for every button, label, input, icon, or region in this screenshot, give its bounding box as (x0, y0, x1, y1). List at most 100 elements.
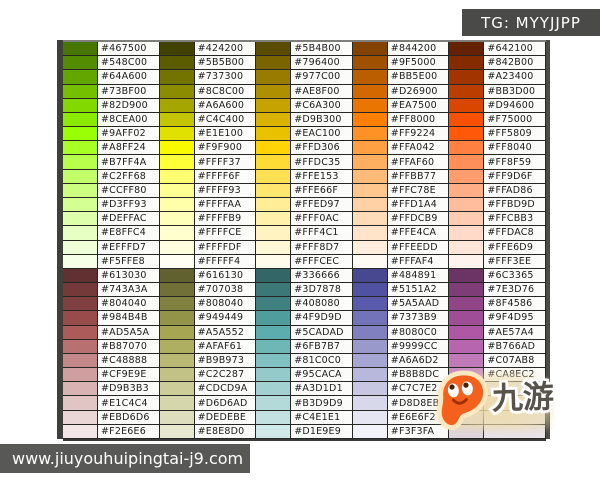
color-code: #F9F900 (195, 141, 257, 155)
color-swatch (256, 283, 291, 297)
url-watermark-text: www.jiuyouhuipingtai-j9.com (12, 449, 243, 468)
color-swatch (160, 297, 195, 311)
color-code: #EFFFD7 (98, 241, 160, 255)
color-swatch (353, 368, 388, 382)
color-swatch (353, 297, 388, 311)
color-code: #613030 (98, 269, 160, 283)
color-code: #AE57A4 (484, 326, 546, 340)
color-code: #5151A2 (388, 283, 450, 297)
color-code: #B87070 (98, 340, 160, 354)
color-code: #707038 (195, 283, 257, 297)
color-code: #844200 (388, 42, 450, 56)
color-code: #82D900 (98, 99, 160, 113)
color-swatch (353, 85, 388, 99)
color-swatch (160, 425, 195, 439)
color-swatch (256, 56, 291, 70)
color-swatch (160, 70, 195, 84)
color-swatch (449, 155, 484, 169)
color-swatch (63, 155, 98, 169)
url-watermark-bar: www.jiuyouhuipingtai-j9.com (0, 444, 250, 473)
color-swatch (449, 127, 484, 141)
color-swatch (63, 170, 98, 184)
color-code: #F75000 (484, 113, 546, 127)
color-code: #FFBD9D (484, 198, 546, 212)
color-swatch (160, 368, 195, 382)
tg-watermark-badge: TG: MYYJJPP (462, 9, 600, 36)
color-swatch (256, 255, 291, 269)
color-swatch (353, 311, 388, 325)
color-swatch (449, 85, 484, 99)
color-code: #743A3A (98, 283, 160, 297)
color-code: #A5A552 (195, 326, 257, 340)
color-code: #E1E100 (195, 127, 257, 141)
color-swatch (353, 170, 388, 184)
color-code: #484891 (388, 269, 450, 283)
color-code: #FFFFCE (195, 226, 257, 240)
color-code: #D9B300 (291, 113, 353, 127)
color-code: #EBD6D6 (98, 411, 160, 425)
color-code: #95CACA (291, 368, 353, 382)
color-code: #FF9D6F (484, 170, 546, 184)
color-code: #FFDC35 (291, 155, 353, 169)
color-swatch (449, 99, 484, 113)
color-swatch (63, 141, 98, 155)
color-code: #616130 (195, 269, 257, 283)
color-swatch (353, 70, 388, 84)
color-swatch (160, 85, 195, 99)
color-swatch (63, 297, 98, 311)
color-code: #FFE6D9 (484, 241, 546, 255)
color-code: #5CADAD (291, 326, 353, 340)
color-code: #FFD1A4 (388, 198, 450, 212)
color-swatch (353, 241, 388, 255)
color-code: #A23400 (484, 70, 546, 84)
color-swatch (160, 354, 195, 368)
color-swatch (63, 425, 98, 439)
color-swatch (353, 42, 388, 56)
color-code: #EA7500 (388, 99, 450, 113)
color-swatch (160, 283, 195, 297)
color-swatch (353, 155, 388, 169)
color-code: #FFE66F (291, 184, 353, 198)
color-swatch (449, 283, 484, 297)
color-swatch (449, 70, 484, 84)
color-swatch (63, 56, 98, 70)
color-swatch (160, 255, 195, 269)
color-swatch (63, 411, 98, 425)
color-code: #8CEA00 (98, 113, 160, 127)
color-swatch (160, 311, 195, 325)
color-code: #B3D9D9 (291, 396, 353, 410)
color-swatch (353, 382, 388, 396)
color-swatch (256, 396, 291, 410)
color-code: #AE8F00 (291, 85, 353, 99)
color-code: #949449 (195, 311, 257, 325)
color-swatch (353, 340, 388, 354)
color-swatch (160, 411, 195, 425)
color-swatch (160, 113, 195, 127)
color-code: #64A600 (98, 70, 160, 84)
color-code: #A6A600 (195, 99, 257, 113)
color-swatch (160, 269, 195, 283)
color-swatch (256, 382, 291, 396)
color-swatch (353, 226, 388, 240)
color-swatch (449, 255, 484, 269)
color-code: #A8FF24 (98, 141, 160, 155)
color-swatch (160, 127, 195, 141)
color-swatch (449, 170, 484, 184)
color-swatch (160, 99, 195, 113)
color-code: #336666 (291, 269, 353, 283)
color-code: #FF8000 (388, 113, 450, 127)
color-code: #9999CC (388, 340, 450, 354)
color-swatch (256, 297, 291, 311)
color-swatch (353, 425, 388, 439)
color-code: #FFFCEC (291, 255, 353, 269)
color-code: #C48888 (98, 354, 160, 368)
color-swatch (449, 113, 484, 127)
color-swatch (63, 396, 98, 410)
color-code: #BB3D00 (484, 85, 546, 99)
color-swatch (63, 184, 98, 198)
color-swatch (256, 368, 291, 382)
color-code: #3D7878 (291, 283, 353, 297)
color-code: #FFFAF4 (388, 255, 450, 269)
color-swatch (256, 70, 291, 84)
color-code: #737300 (195, 70, 257, 84)
